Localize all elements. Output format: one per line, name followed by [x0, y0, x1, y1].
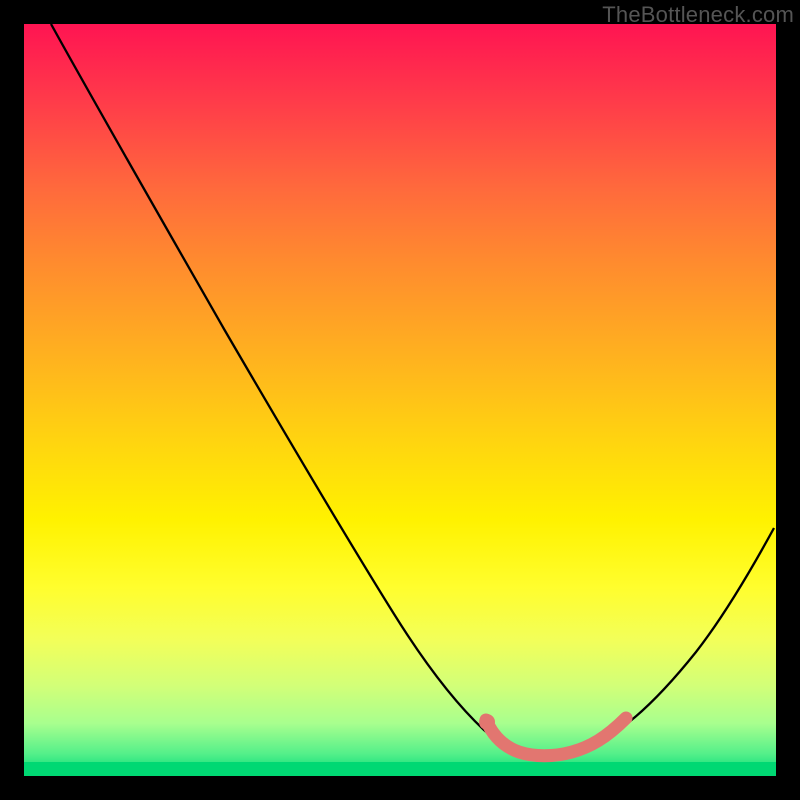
plot-area: [24, 24, 776, 776]
black-curve-line: [51, 24, 774, 756]
chart-container: TheBottleneck.com: [0, 0, 800, 800]
salmon-dot-marker: [479, 714, 495, 730]
watermark-text: TheBottleneck.com: [602, 2, 794, 28]
chart-svg: [24, 24, 776, 776]
salmon-highlight-line: [486, 718, 626, 756]
